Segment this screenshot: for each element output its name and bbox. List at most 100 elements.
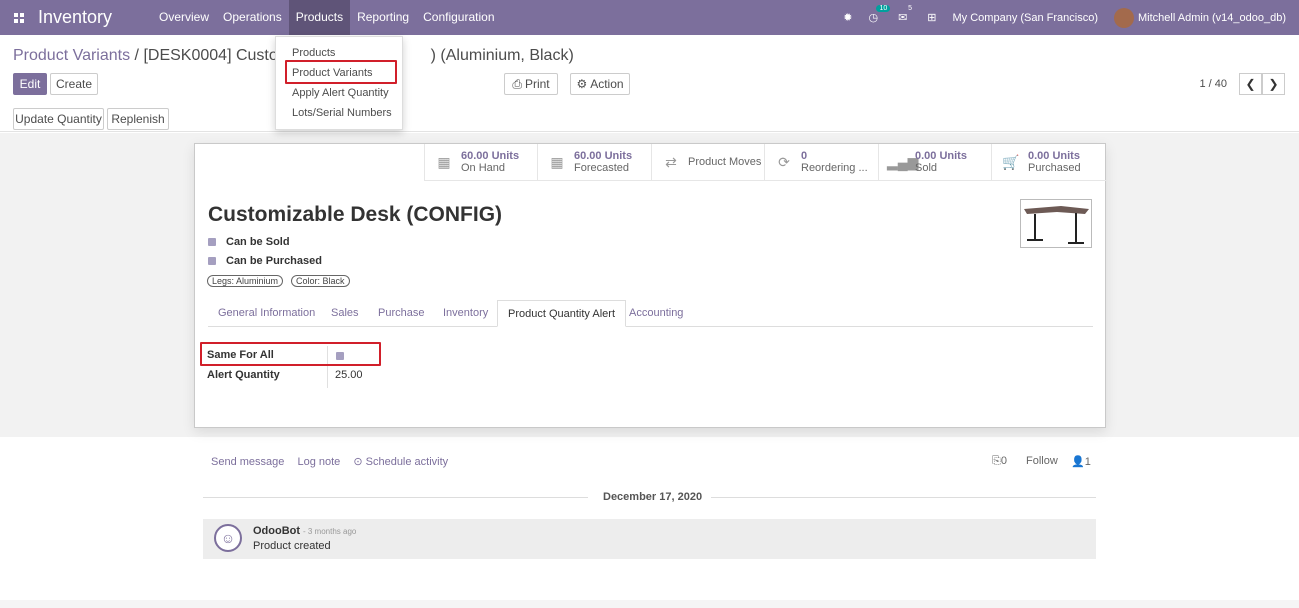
divider (711, 497, 1096, 498)
menu-products[interactable]: Products (288, 0, 351, 35)
breadcrumb-parent[interactable]: Product Variants (13, 47, 130, 64)
products-dropdown: Products Product Variants Apply Alert Qu… (275, 36, 403, 130)
send-message-button[interactable]: Send message (211, 456, 284, 468)
follow-button[interactable]: Follow (1026, 455, 1058, 467)
same-for-all-label: Same For All (207, 349, 274, 361)
stat-label: On Hand (461, 162, 506, 174)
log-note-button[interactable]: Log note (297, 456, 340, 468)
stat-value: 60.00 Units (574, 150, 633, 162)
action-button[interactable]: ⚙ Action (570, 73, 630, 95)
product-title: Customizable Desk (CONFIG) (208, 203, 503, 226)
chevron-left-icon: ❮ (1245, 77, 1256, 91)
dropdown-item-product-variants[interactable]: Product Variants (276, 63, 402, 83)
refresh-icon: ⟳ (778, 153, 790, 170)
stat-label: Sold (915, 162, 938, 174)
schedule-activity-button[interactable]: ⊙ Schedule activity (353, 456, 448, 468)
print-button[interactable]: ⎙ Print (504, 73, 558, 95)
date-separator: December 17, 2020 (603, 491, 703, 503)
stat-on-hand[interactable]: ▦ 60.00 Units On Hand (424, 144, 538, 181)
stat-label: Product Moves (688, 156, 762, 168)
chevron-right-icon: ❯ (1268, 77, 1279, 91)
stat-sold[interactable]: ▂▄▆ 0.00 Units Sold (878, 144, 992, 181)
breadcrumb-separator: / (134, 47, 139, 64)
tab-inventory[interactable]: Inventory (433, 300, 498, 327)
stat-label: Purchased (1028, 162, 1081, 174)
stat-value: 0 (801, 150, 808, 162)
replenish-button[interactable]: Replenish (107, 108, 169, 130)
followers-button[interactable]: 👤1 (1071, 455, 1091, 468)
avatar (1114, 7, 1135, 28)
top-navbar: Inventory Overview Operations Products R… (0, 0, 1299, 35)
message-body: Product created (253, 540, 331, 552)
can-be-purchased-label: Can be Purchased (226, 255, 322, 267)
stat-value: 0.00 Units (915, 150, 967, 162)
alert-quantity-label: Alert Quantity (207, 369, 280, 381)
notebook-tabs: General Information Sales Purchase Inven… (208, 300, 1093, 327)
clock-icon: ⊙ (353, 456, 363, 468)
menu-configuration[interactable]: Configuration (416, 0, 501, 35)
stat-label: Reordering ... (801, 162, 868, 174)
page-footer (0, 600, 1299, 608)
user-icon: 👤 (1071, 456, 1085, 468)
tab-sales[interactable]: Sales (321, 300, 369, 327)
signal-icon: ▂▄▆ (887, 153, 919, 170)
print-icon: ⎙ (512, 76, 522, 91)
message-item: ☺ OdooBot - 3 months ago Product created (203, 519, 1096, 559)
gear-icon: ⚙ (576, 77, 588, 91)
systray: ✹ ◷ 10 ✉ 5 ⊞ My Company (San Francisco) Mi… (843, 0, 1299, 35)
menu-overview[interactable]: Overview (152, 0, 216, 35)
pager-value[interactable]: 1 / 40 (1199, 78, 1227, 90)
divider (203, 497, 588, 498)
tab-accounting[interactable]: Accounting (619, 300, 693, 327)
edit-button[interactable]: Edit (13, 73, 47, 95)
product-image[interactable] (1020, 199, 1092, 248)
pager-next-button[interactable]: ❯ (1262, 73, 1285, 95)
tab-purchase[interactable]: Purchase (368, 300, 434, 327)
attachments-button[interactable]: ⎘0 (992, 455, 1007, 468)
attribute-tag-legs: Legs: Aluminium (207, 275, 284, 287)
messages-icon[interactable]: ✉ 5 (898, 5, 912, 24)
stat-value: 60.00 Units (461, 150, 520, 162)
dropdown-item-products[interactable]: Products (276, 43, 402, 63)
stat-purchased[interactable]: 🛒 0.00 Units Purchased (991, 144, 1106, 181)
chatter-topbar: Send message Log note ⊙ Schedule activit… (211, 455, 448, 468)
followers-count: 1 (1084, 456, 1091, 468)
print-label: Print (524, 77, 550, 91)
control-panel: Product Variants / [DESK0004] Customiz) … (0, 36, 1299, 132)
attachments-count: 0 (1000, 455, 1007, 467)
menu-reporting[interactable]: Reporting (350, 0, 416, 35)
stat-forecasted[interactable]: ▦ 60.00 Units Forecasted (537, 144, 651, 181)
message-author[interactable]: OdooBot (253, 525, 300, 537)
alert-quantity-value[interactable]: 25.00 (335, 369, 363, 381)
cubes-icon: ▦ (437, 153, 451, 170)
app-name[interactable]: Inventory (38, 7, 148, 28)
gift-icon[interactable]: ⊞ (927, 11, 936, 24)
field-separator (327, 346, 328, 388)
activity-badge: 10 (876, 5, 891, 12)
pager-previous-button[interactable]: ❮ (1239, 73, 1262, 95)
can-be-sold-label: Can be Sold (226, 236, 290, 248)
same-for-all-checkbox[interactable] (336, 352, 344, 360)
stat-value: 0.00 Units (1028, 150, 1080, 162)
tab-product-quantity-alert[interactable]: Product Quantity Alert (497, 300, 626, 327)
stat-label: Forecasted (574, 162, 630, 174)
create-button[interactable]: Create (50, 73, 98, 95)
can-be-sold-checkbox[interactable] (208, 238, 216, 246)
schedule-activity-label: Schedule activity (365, 456, 449, 468)
dropdown-item-apply-alert-quantity[interactable]: Apply Alert Quantity (276, 83, 402, 103)
company-switcher[interactable]: My Company (San Francisco) (953, 12, 1099, 24)
tab-general-information[interactable]: General Information (208, 300, 325, 327)
apps-menu-icon[interactable] (6, 12, 32, 23)
bug-icon[interactable]: ✹ (843, 11, 852, 24)
cubes-icon: ▦ (550, 153, 564, 170)
paperclip-icon: ⎘ (992, 455, 1001, 467)
activity-icon[interactable]: ◷ 10 (868, 5, 891, 24)
message-time: - 3 months ago (303, 527, 357, 536)
stat-product-moves[interactable]: ⇄ Product Moves (651, 144, 765, 181)
stat-reordering[interactable]: ⟳ 0 Reordering ... (764, 144, 878, 181)
dropdown-item-lots-serial-numbers[interactable]: Lots/Serial Numbers (276, 103, 402, 123)
can-be-purchased-checkbox[interactable] (208, 257, 216, 265)
update-quantity-button[interactable]: Update Quantity (13, 108, 104, 130)
user-menu[interactable]: Mitchell Admin (v14_odoo_db) (1114, 7, 1286, 28)
menu-operations[interactable]: Operations (216, 0, 289, 35)
